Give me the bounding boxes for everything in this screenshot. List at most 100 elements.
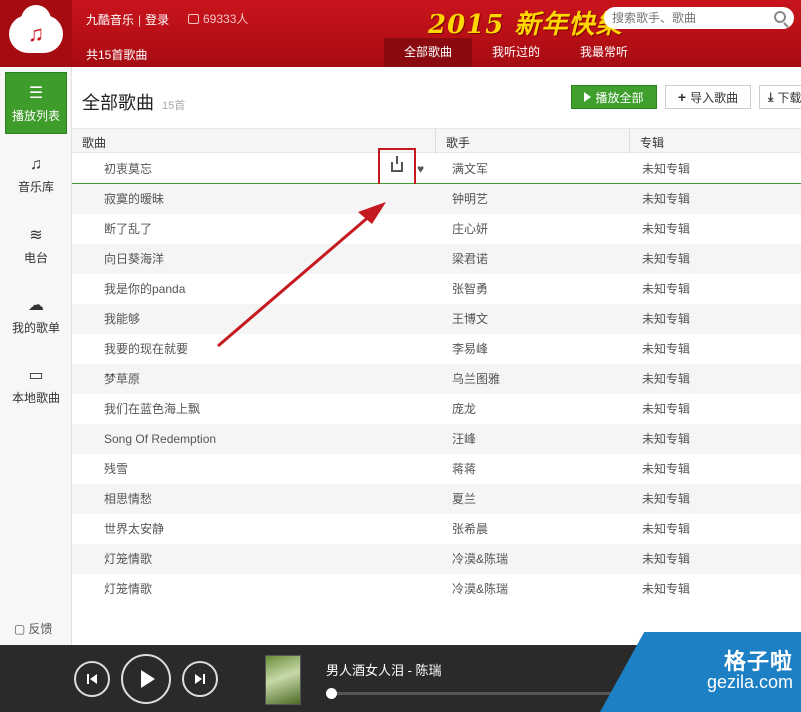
- new-year-banner: 2015 新年快樂: [428, 10, 623, 40]
- download-button[interactable]: ⤓ 下载: [759, 85, 801, 109]
- table-row[interactable]: 我们在蓝色海上飘 庞龙 未知专辑: [72, 394, 801, 424]
- sidebar-item-library[interactable]: ♫ 音乐库: [0, 140, 72, 210]
- play-all-button[interactable]: 播放全部: [571, 85, 657, 109]
- cloud-icon: ☁: [28, 296, 44, 314]
- column-divider[interactable]: [435, 129, 436, 154]
- sidebar-item-playlist[interactable]: ☰ 播放列表: [5, 72, 67, 134]
- wifi-icon: ≋: [29, 226, 43, 244]
- chat-icon: ▢: [14, 621, 26, 636]
- table-row[interactable]: 灯笼情歌 冷漠&陈瑞 未知专辑: [72, 574, 801, 604]
- song-title: 灯笼情歌: [104, 552, 153, 566]
- sidebar-item-label: 播放列表: [11, 108, 60, 123]
- table-row[interactable]: 世界太安静 张希晨 未知专辑: [72, 514, 801, 544]
- tab-most-played[interactable]: 我最常听: [560, 38, 648, 67]
- song-artist: 冷漠&陈瑞: [452, 552, 509, 566]
- app-name-link[interactable]: 九酷音乐: [86, 11, 134, 28]
- song-album: 未知专辑: [642, 462, 691, 476]
- sidebar-item-radio[interactable]: ≋ 电台: [0, 210, 72, 280]
- play-button[interactable]: [121, 654, 171, 704]
- table-row[interactable]: 梦草原 乌兰图雅 未知专辑: [72, 364, 801, 394]
- table-row[interactable]: 残雪 蒋蒋 未知专辑: [72, 454, 801, 484]
- now-playing-title: 男人酒女人泪 - 陈瑞: [326, 663, 442, 678]
- song-title: Song Of Redemption: [104, 432, 217, 446]
- song-title: 我们在蓝色海上飘: [104, 402, 201, 416]
- album-cover[interactable]: [265, 655, 301, 705]
- table-row[interactable]: 断了乱了 庄心妍 未知专辑: [72, 214, 801, 244]
- main-panel: 全部歌曲 15首 播放全部 + 导入歌曲 ⤓ 下载 歌曲 歌手 专辑 初衷莫忘 …: [72, 67, 801, 645]
- watermark-url: gezila.com: [706, 672, 793, 692]
- song-title: 残雪: [104, 462, 129, 476]
- song-album: 未知专辑: [642, 552, 691, 566]
- song-artist: 庞龙: [452, 402, 477, 416]
- table-row[interactable]: Song Of Redemption 汪峰 未知专辑: [72, 424, 801, 454]
- highlighted-download-box[interactable]: [378, 148, 416, 186]
- song-artist: 乌兰图雅: [452, 372, 501, 386]
- music-note-icon: ♫: [30, 155, 42, 173]
- song-album: 未知专辑: [642, 312, 691, 326]
- sidebar-item-local-songs[interactable]: ▭ 本地歌曲: [0, 350, 72, 420]
- play-all-label: 播放全部: [595, 90, 644, 105]
- song-artist: 张智勇: [452, 282, 489, 296]
- previous-button[interactable]: [74, 661, 110, 697]
- table-row[interactable]: 我能够 王博文 未知专辑: [72, 304, 801, 334]
- table-row[interactable]: 相思情愁 夏兰 未知专辑: [72, 484, 801, 514]
- song-album: 未知专辑: [642, 162, 691, 176]
- table-row[interactable]: 寂寞的暧昧 钟明艺 未知专辑: [72, 184, 801, 214]
- next-button[interactable]: [182, 661, 218, 697]
- song-album: 未知专辑: [642, 342, 691, 356]
- table-row[interactable]: 向日葵海洋 梁君诺 未知专辑: [72, 244, 801, 274]
- song-count: 共15首歌曲: [86, 48, 148, 62]
- song-filter-tabs: 全部歌曲 我听过的 我最常听: [384, 38, 648, 67]
- search-input[interactable]: [604, 7, 764, 29]
- column-artist[interactable]: 歌手: [446, 134, 470, 151]
- table-row[interactable]: 我是你的panda 张智勇 未知专辑: [72, 274, 801, 304]
- app-logo[interactable]: ♫: [0, 0, 72, 67]
- song-album: 未知专辑: [642, 372, 691, 386]
- song-title: 初衷莫忘: [104, 162, 153, 176]
- song-album: 未知专辑: [642, 252, 691, 266]
- song-title: 我是你的panda: [104, 282, 186, 296]
- song-title: 我要的现在就要: [104, 342, 189, 356]
- song-artist: 满文军: [452, 162, 489, 176]
- table-row[interactable]: 初衷莫忘 ♥ 满文军 未知专辑: [72, 148, 801, 186]
- song-album: 未知专辑: [642, 492, 691, 506]
- plus-icon: +: [677, 89, 687, 105]
- feedback-label: 反馈: [28, 622, 53, 636]
- download-label: 下载: [777, 90, 801, 105]
- online-count-text: 69333人: [203, 12, 249, 26]
- song-list: 初衷莫忘 ♥ 满文军 未知专辑 寂寞的暧昧 钟明艺 未知专辑 断了乱了 庄心妍 …: [72, 148, 801, 604]
- song-title: 我能够: [104, 312, 141, 326]
- account-links: 九酷音乐 | 登录: [86, 11, 169, 28]
- sidebar-item-label: 我的歌单: [11, 320, 60, 335]
- column-song[interactable]: 歌曲: [82, 134, 106, 151]
- user-count-icon: [188, 13, 199, 24]
- play-icon: [141, 670, 155, 688]
- feedback-link[interactable]: ▢ 反馈: [14, 620, 52, 637]
- tab-listened[interactable]: 我听过的: [472, 38, 560, 67]
- song-artist: 钟明艺: [452, 192, 489, 206]
- song-album: 未知专辑: [642, 282, 691, 296]
- search-box[interactable]: [604, 7, 794, 29]
- search-icon[interactable]: [774, 11, 786, 23]
- song-album: 未知专辑: [642, 522, 691, 536]
- table-row[interactable]: 灯笼情歌 冷漠&陈瑞 未知专辑: [72, 544, 801, 574]
- song-title: 世界太安静: [104, 522, 165, 536]
- column-album[interactable]: 专辑: [640, 134, 664, 151]
- table-row[interactable]: 我要的现在就要 李易峰 未知专辑: [72, 334, 801, 364]
- song-album: 未知专辑: [642, 192, 691, 206]
- song-title: 断了乱了: [104, 222, 153, 236]
- heart-icon[interactable]: ♥: [417, 154, 424, 184]
- progress-knob[interactable]: [326, 688, 337, 699]
- song-artist: 夏兰: [452, 492, 477, 506]
- sidebar-item-label: 音乐库: [17, 179, 54, 194]
- tab-all-songs[interactable]: 全部歌曲: [384, 38, 472, 67]
- login-link[interactable]: 登录: [145, 11, 169, 28]
- import-songs-button[interactable]: + 导入歌曲: [665, 85, 751, 109]
- download-icon: ⤓: [768, 89, 774, 104]
- song-title: 相思情愁: [104, 492, 153, 506]
- sidebar-item-my-playlists[interactable]: ☁ 我的歌单: [0, 280, 72, 350]
- song-artist: 梁君诺: [452, 252, 489, 266]
- song-title: 向日葵海洋: [104, 252, 165, 266]
- song-album: 未知专辑: [642, 222, 691, 236]
- column-divider[interactable]: [629, 129, 630, 154]
